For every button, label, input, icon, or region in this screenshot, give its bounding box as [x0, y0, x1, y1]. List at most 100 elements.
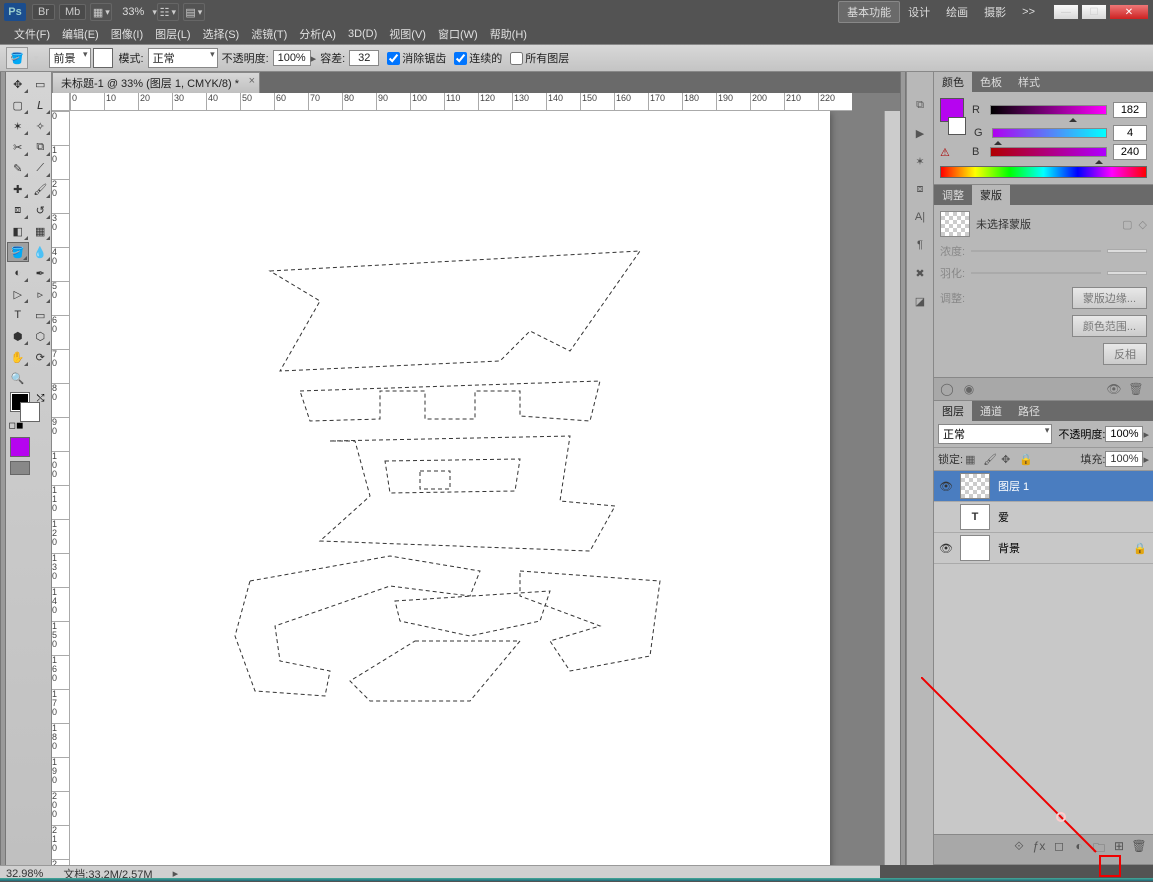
- tab-color[interactable]: 颜色: [934, 72, 972, 92]
- artboard-tool[interactable]: ▭: [30, 74, 52, 94]
- pixel-mask-icon[interactable]: ▢: [1122, 218, 1132, 231]
- menu-edit[interactable]: 编辑(E): [56, 24, 105, 44]
- delete-layer-icon[interactable]: 🗑: [1129, 839, 1149, 860]
- invert-button[interactable]: 反相: [1103, 343, 1147, 365]
- ruler-origin[interactable]: [52, 93, 70, 111]
- menu-layer[interactable]: 图层(L): [149, 24, 196, 44]
- b-slider[interactable]: [990, 147, 1107, 157]
- rotate-tool[interactable]: ⟳: [30, 347, 52, 367]
- current-color[interactable]: [10, 437, 30, 457]
- gradient-tool[interactable]: ▦: [30, 221, 52, 241]
- hue-strip[interactable]: [940, 166, 1147, 178]
- menu-file[interactable]: 文件(F): [8, 24, 56, 44]
- magic-wand-tool[interactable]: ✧: [30, 116, 52, 136]
- color-bg-swatch[interactable]: [948, 117, 966, 135]
- 3d-tool[interactable]: ⬢: [7, 326, 29, 346]
- stamp-tool[interactable]: ⧈: [7, 200, 29, 220]
- tab-styles[interactable]: 样式: [1010, 72, 1048, 92]
- all-layers-checkbox[interactable]: [510, 52, 523, 65]
- move-tool[interactable]: ✥: [7, 74, 29, 94]
- link-layers-icon[interactable]: ⟐: [1009, 839, 1029, 860]
- layer-name[interactable]: 图层 1: [994, 478, 1151, 494]
- mask-thumbnail[interactable]: [940, 211, 970, 237]
- quickmask-icon[interactable]: [10, 461, 30, 475]
- lock-all-icon[interactable]: 🔒: [1019, 453, 1033, 466]
- eraser-tool[interactable]: ◧: [7, 221, 29, 241]
- menu-3d[interactable]: 3D(D): [342, 26, 383, 42]
- zoom-tool[interactable]: 🔍: [7, 368, 29, 388]
- tab-swatches[interactable]: 色板: [972, 72, 1010, 92]
- document-tab[interactable]: 未标题-1 @ 33% (图层 1, CMYK/8) * ×: [52, 72, 260, 93]
- layer-row[interactable]: 👁 背景 🔒: [934, 533, 1153, 564]
- type-tool[interactable]: T: [7, 305, 29, 325]
- color-range-button[interactable]: 颜色范围...: [1072, 315, 1147, 337]
- new-layer-icon[interactable]: ⊞: [1109, 839, 1129, 860]
- menu-window[interactable]: 窗口(W): [432, 24, 484, 44]
- blend-mode-select[interactable]: 正常: [938, 424, 1052, 444]
- bridge-button[interactable]: Br: [32, 4, 55, 20]
- workspace-design[interactable]: 设计: [900, 2, 938, 22]
- disable-mask-icon[interactable]: 👁: [1105, 382, 1123, 396]
- minimize-button[interactable]: —: [1053, 4, 1079, 20]
- mode-select[interactable]: 正常: [148, 48, 218, 68]
- menu-filter[interactable]: 滤镜(T): [245, 24, 293, 44]
- tolerance-input[interactable]: 32: [349, 50, 379, 66]
- dodge-tool[interactable]: ◐: [7, 263, 29, 283]
- scrollbar-vertical[interactable]: [884, 111, 900, 865]
- layer-thumbnail[interactable]: T: [960, 504, 990, 530]
- lock-pixels-icon[interactable]: 🖌: [983, 453, 997, 466]
- 3d-camera-tool[interactable]: ⬡: [30, 326, 52, 346]
- pattern-swatch[interactable]: [93, 48, 113, 68]
- swap-colors-icon[interactable]: ⤭: [37, 393, 45, 404]
- tab-masks[interactable]: 蒙版: [972, 185, 1010, 205]
- mask-edge-button[interactable]: 蒙版边缘...: [1072, 287, 1147, 309]
- paragraph-panel-icon[interactable]: ¶: [911, 236, 929, 254]
- workspace-more[interactable]: >>: [1014, 4, 1043, 20]
- vector-mask-icon[interactable]: ◇: [1139, 218, 1147, 231]
- tab-layers[interactable]: 图层: [934, 401, 972, 421]
- brush-tool[interactable]: 🖌: [30, 179, 52, 199]
- healing-tool[interactable]: ✚: [7, 179, 29, 199]
- lock-position-icon[interactable]: ✥: [1001, 453, 1015, 466]
- menu-analysis[interactable]: 分析(A): [293, 24, 342, 44]
- load-selection-icon[interactable]: ◯: [938, 382, 956, 396]
- ruler-horizontal[interactable]: 0102030405060708090100110120130140150160…: [70, 93, 852, 111]
- r-slider[interactable]: [990, 105, 1107, 115]
- menu-select[interactable]: 选择(S): [197, 24, 246, 44]
- quick-select-tool[interactable]: ✶: [7, 116, 29, 136]
- visibility-icon[interactable]: 👁: [936, 480, 956, 493]
- opacity-input[interactable]: 100%: [273, 50, 311, 66]
- r-value[interactable]: 182: [1113, 102, 1147, 118]
- layer-group-icon[interactable]: 🗀: [1089, 839, 1109, 860]
- direct-select-tool[interactable]: ▹: [30, 284, 52, 304]
- ruler-tool[interactable]: ⟋: [30, 158, 52, 178]
- pen-tool[interactable]: ✒: [30, 263, 52, 283]
- character-panel-icon[interactable]: A|: [911, 208, 929, 226]
- workspace-photography[interactable]: 摄影: [976, 2, 1014, 22]
- close-button[interactable]: ✕: [1109, 4, 1149, 20]
- workspace-essentials[interactable]: 基本功能: [838, 1, 900, 23]
- layer-mask-icon[interactable]: ◻: [1049, 839, 1069, 860]
- lasso-tool[interactable]: 𝘓: [30, 95, 52, 115]
- apply-mask-icon[interactable]: ◉: [960, 382, 978, 396]
- layer-opacity-input[interactable]: 100%: [1105, 426, 1143, 442]
- fill-input[interactable]: 100%: [1105, 451, 1143, 467]
- zoom-level[interactable]: 33%: [122, 6, 144, 18]
- minibridge-button[interactable]: Mb: [59, 4, 86, 20]
- history-panel-icon[interactable]: ⧉: [911, 96, 929, 114]
- menu-view[interactable]: 视图(V): [383, 24, 432, 44]
- antialias-checkbox[interactable]: [387, 52, 400, 65]
- screen-mode-icon[interactable]: ▦▾: [90, 3, 112, 21]
- clone-panel-icon[interactable]: ⧈: [911, 180, 929, 198]
- extras-icon[interactable]: ▤▾: [183, 3, 205, 21]
- layer-name[interactable]: 爱: [994, 509, 1151, 525]
- canvas[interactable]: [70, 111, 884, 865]
- layer-thumbnail[interactable]: [960, 535, 990, 561]
- menu-help[interactable]: 帮助(H): [484, 24, 533, 44]
- tab-adjustments[interactable]: 调整: [934, 185, 972, 205]
- default-colors-icon[interactable]: ◻◼: [9, 420, 24, 431]
- layer-thumbnail[interactable]: [960, 473, 990, 499]
- shape-tool[interactable]: ▭: [30, 305, 52, 325]
- tab-channels[interactable]: 通道: [972, 401, 1010, 421]
- g-slider[interactable]: [992, 128, 1107, 138]
